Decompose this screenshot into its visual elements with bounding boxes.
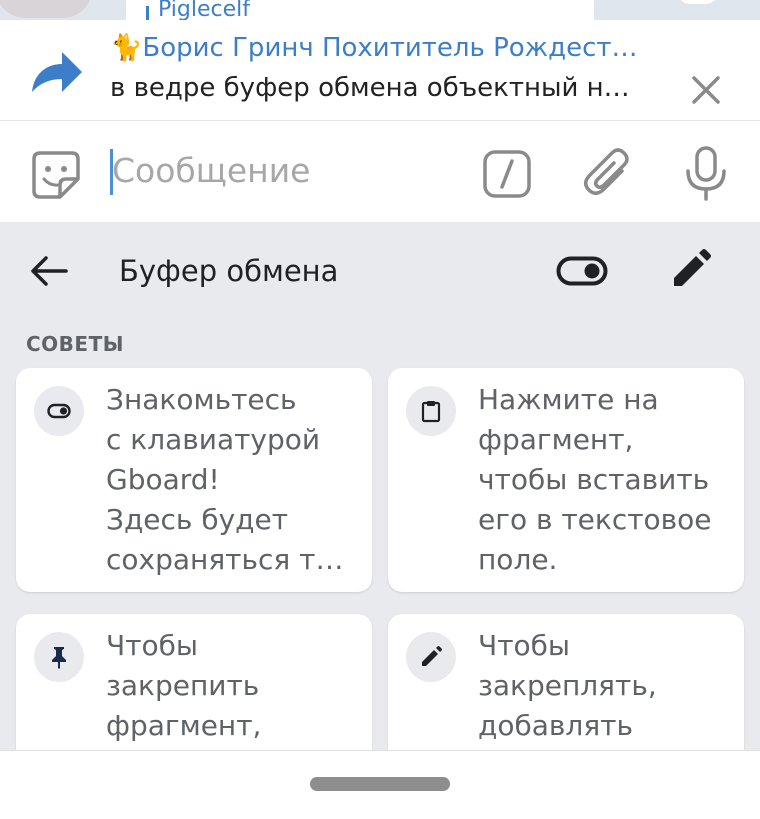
tip-text: Чтобы закрепить фрагмент, — [106, 629, 262, 742]
sticker-icon[interactable] — [30, 149, 82, 201]
scroll-button[interactable] — [678, 0, 718, 4]
bot-commands-icon[interactable] — [482, 149, 532, 199]
clipboard-panel: Буфер обмена СОВЕТЫ Знакомьтесь с клавиа… — [0, 222, 760, 750]
clipboard-icon — [406, 386, 456, 436]
microphone-icon[interactable] — [682, 145, 730, 201]
forward-arrow-icon — [32, 52, 82, 92]
tip-card[interactable]: Нажмите на фрагмент, чтобы вставить его … — [388, 368, 744, 592]
reply-bar — [146, 6, 149, 20]
pin-icon — [34, 632, 84, 682]
forward-preview: 🐈Борис Гринч Похититель Рождест… в ведре… — [0, 20, 760, 121]
message-bubble[interactable]: Piglecelf — [126, 0, 594, 20]
tip-text: Чтобы закреплять, добавлять — [478, 629, 657, 742]
attach-icon[interactable] — [582, 147, 634, 199]
tip-card[interactable]: Чтобы закрепить фрагмент, — [16, 614, 372, 750]
gesture-handle[interactable] — [310, 777, 450, 791]
back-arrow-icon[interactable] — [26, 248, 72, 294]
edit-pencil-icon[interactable] — [668, 248, 712, 292]
reply-author: Piglecelf — [158, 0, 250, 20]
avatar[interactable] — [0, 0, 92, 18]
panel-title: Буфер обмена — [119, 254, 339, 288]
tip-card[interactable]: Чтобы закреплять, добавлять — [388, 614, 744, 750]
close-icon[interactable] — [686, 70, 726, 110]
toggle-icon — [34, 386, 84, 436]
message-input[interactable]: Сообщение — [112, 151, 310, 190]
pencil-icon — [406, 632, 456, 682]
forward-subtitle: в ведре буфер обмена объектный не… — [110, 73, 638, 103]
chat-background: Piglecelf — [0, 0, 760, 20]
tip-card[interactable]: Знакомьтесь с клавиатурой Gboard! Здесь … — [16, 368, 372, 592]
message-input-bar: Сообщение — [0, 121, 760, 221]
tip-text: Нажмите на фрагмент, чтобы вставить его … — [478, 383, 712, 576]
section-header: СОВЕТЫ — [26, 332, 124, 356]
tip-text: Знакомьтесь с клавиатурой Gboard! Здесь … — [106, 383, 344, 576]
navigation-bar — [0, 750, 760, 819]
clipboard-toggle-icon[interactable] — [556, 256, 608, 286]
forward-title: 🐈Борис Гринч Похититель Рождест… — [110, 33, 638, 63]
